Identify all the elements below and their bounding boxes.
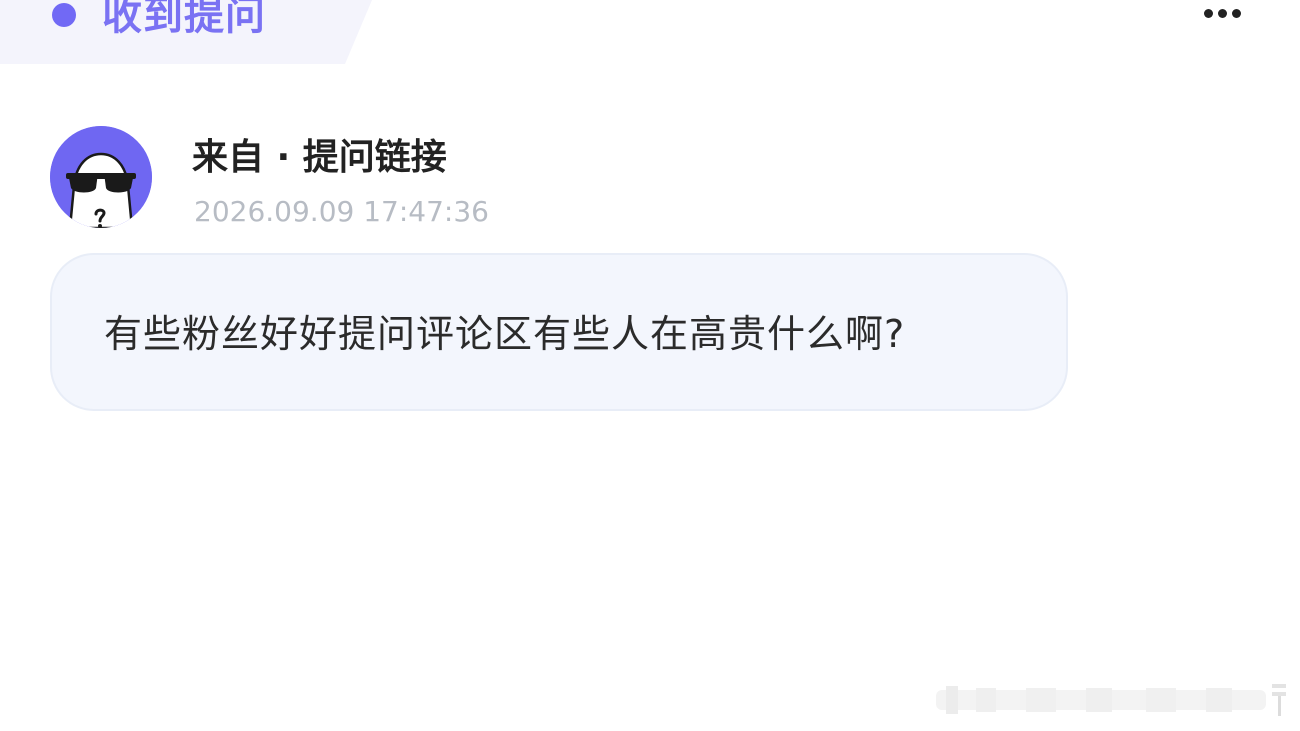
more-horizontal-icon-dot <box>1203 8 1213 18</box>
question-text: 有些粉丝好好提问评论区有些人在高贵什么啊? <box>104 312 906 356</box>
question-timestamp: 2026.09.09 17:47:36 <box>194 195 489 228</box>
more-options-button[interactable] <box>1196 0 1248 26</box>
more-horizontal-icon-dot <box>1217 8 1227 18</box>
sunglasses-ghost-icon <box>50 126 152 228</box>
page-title: 收到提问 <box>102 0 266 39</box>
question-source-label: 来自 · 提问链接 <box>192 137 447 178</box>
avatar[interactable] <box>50 126 152 228</box>
watermark-image <box>936 684 1286 716</box>
more-horizontal-icon-dot <box>1231 8 1241 18</box>
page: 收到提问 来自 · 提问链接 2026.09.09 17:47:36 有些粉丝好… <box>0 0 1300 731</box>
header-dot-icon <box>52 3 76 27</box>
question-card[interactable]: 有些粉丝好好提问评论区有些人在高贵什么啊? <box>50 253 1068 411</box>
